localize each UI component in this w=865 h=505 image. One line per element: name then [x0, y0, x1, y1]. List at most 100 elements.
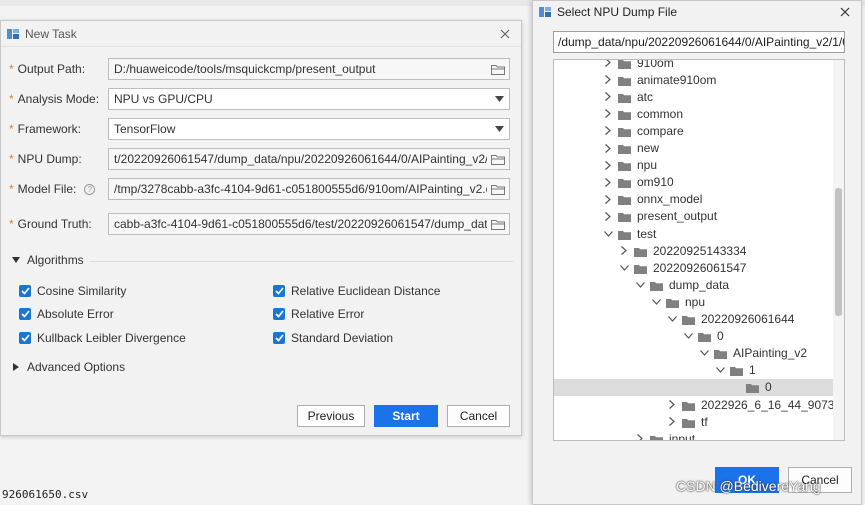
chevron-down-icon[interactable] — [698, 347, 710, 359]
checkbox-relative-euclidean-distance[interactable]: Relative Euclidean Distance — [273, 284, 440, 298]
chevron-down-icon[interactable] — [682, 330, 694, 342]
help-icon[interactable]: ? — [84, 183, 96, 195]
tree-node-label: input — [669, 431, 696, 441]
output-path-value: D:/huaweicode/tools/msquickcmp/present_o… — [114, 62, 376, 76]
checkbox-label: Absolute Error — [37, 307, 114, 321]
chevron-right-icon[interactable] — [634, 433, 646, 440]
checkbox-relative-error[interactable]: Relative Error — [273, 307, 364, 321]
tree-node[interactable]: npu — [602, 157, 657, 174]
folder-icon — [714, 348, 727, 360]
chevron-right-icon[interactable] — [602, 74, 614, 86]
tree-node[interactable]: new — [602, 140, 659, 157]
chevron-right-icon[interactable] — [602, 210, 614, 222]
ground-truth-value: cabb-a3fc-4104-9d61-c051800555d6/test/20… — [114, 217, 487, 231]
folder-open-icon[interactable] — [487, 179, 509, 199]
folder-icon — [746, 382, 759, 394]
algorithms-section-toggle[interactable]: Algorithms — [11, 253, 84, 267]
tree-scrollbar-thumb[interactable] — [835, 188, 842, 316]
background-filename: 926061650.csv — [2, 488, 89, 501]
chevron-down-icon[interactable] — [602, 228, 614, 240]
folder-open-icon[interactable] — [487, 214, 509, 234]
chevron-right-icon[interactable] — [602, 108, 614, 120]
ground-truth-field[interactable]: cabb-a3fc-4104-9d61-c051800555d6/test/20… — [108, 213, 510, 235]
tree-node[interactable]: test — [602, 225, 656, 242]
tree-node[interactable]: atc — [602, 88, 653, 105]
chevron-down-icon[interactable] — [650, 296, 662, 308]
new-task-titlebar: New Task — [1, 21, 521, 47]
chevron-right-icon[interactable] — [602, 142, 614, 154]
chevron-right-icon[interactable] — [666, 416, 678, 428]
tree-node[interactable]: 2022926_6_16_44_907380 — [666, 396, 844, 413]
folder-icon — [618, 60, 631, 69]
checkbox-cosine-similarity[interactable]: Cosine Similarity — [19, 284, 126, 298]
previous-button[interactable]: Previous — [297, 405, 365, 427]
chevron-right-icon[interactable] — [602, 125, 614, 137]
tree-node[interactable]: 0 — [554, 378, 833, 396]
tree-node[interactable]: present_output — [602, 208, 717, 225]
tree-node-label: common — [637, 106, 684, 121]
chevron-down-icon[interactable] — [634, 279, 646, 291]
folder-open-icon[interactable] — [487, 59, 509, 79]
chevron-right-icon[interactable] — [602, 91, 614, 103]
chevron-down-icon[interactable] — [489, 119, 509, 139]
checkbox-checked-icon — [19, 332, 31, 344]
checkbox-checked-icon — [273, 285, 285, 297]
checkbox-kullback-leibler-divergence[interactable]: Kullback Leibler Divergence — [19, 331, 186, 345]
output-path-label: Output Path: — [17, 62, 86, 76]
chevron-right-icon[interactable] — [602, 60, 614, 69]
folder-tree[interactable]: 910om animate910om atc common compare new npu o… — [553, 59, 845, 441]
chevron-right-icon[interactable] — [602, 176, 614, 188]
tree-node-label: 910om — [637, 59, 674, 70]
chevron-right-icon[interactable] — [618, 245, 630, 257]
framework-select[interactable]: TensorFlow — [108, 118, 510, 140]
checkbox-standard-deviation[interactable]: Standard Deviation — [273, 331, 393, 345]
cancel-button[interactable]: Cancel — [447, 405, 510, 427]
tree-node[interactable]: onnx_model — [602, 191, 702, 208]
tree-node[interactable]: 20220925143334 — [618, 242, 746, 259]
close-icon[interactable] — [837, 4, 853, 20]
folder-icon — [618, 92, 631, 103]
path-input[interactable]: /dump_data/npu/20220926061644/0/AIPainti… — [553, 31, 845, 53]
tree-node[interactable]: om910 — [602, 174, 674, 191]
tree-node-label: 0 — [717, 329, 724, 344]
tree-node[interactable]: 910om — [602, 59, 674, 71]
folder-icon — [682, 400, 695, 411]
tree-node[interactable]: common — [602, 105, 683, 122]
folder-icon — [618, 143, 631, 154]
tree-node[interactable]: npu — [650, 293, 705, 310]
tree-node[interactable]: animate910om — [602, 71, 716, 88]
tree-node[interactable]: input — [634, 430, 696, 441]
chevron-down-icon[interactable] — [618, 262, 630, 274]
chevron-down-icon[interactable] — [489, 89, 509, 109]
chevron-down-icon[interactable] — [666, 313, 678, 325]
chevron-right-icon[interactable] — [602, 159, 614, 171]
advanced-options-toggle[interactable]: Advanced Options — [11, 360, 125, 374]
tree-node-label: test — [637, 226, 657, 241]
chevron-right-icon[interactable] — [602, 193, 614, 205]
npu-dump-field[interactable]: t/20220926061547/dump_data/npu/202209260… — [108, 148, 510, 170]
output-path-row: * Output Path: D:/huaweicode/tools/msquic… — [9, 57, 515, 81]
required-marker: * — [9, 92, 14, 106]
tree-node[interactable]: AIPainting_v2 — [698, 345, 807, 362]
chevron-down-icon[interactable] — [714, 364, 726, 376]
tree-node[interactable]: 1 — [714, 362, 756, 379]
required-marker: * — [9, 152, 14, 166]
tree-node-label: npu — [685, 294, 706, 309]
analysis-mode-select[interactable]: NPU vs GPU/CPU — [108, 88, 510, 110]
tree-node-label: atc — [637, 89, 654, 104]
folder-icon — [618, 109, 631, 120]
tree-node[interactable]: 20220926061547 — [618, 259, 746, 276]
tree-node[interactable]: dump_data — [634, 276, 729, 293]
close-icon[interactable] — [497, 26, 513, 42]
tree-node[interactable]: compare — [602, 122, 684, 139]
model-file-field[interactable]: /tmp/3278cabb-a3fc-4104-9d61-c051800555d… — [108, 178, 510, 200]
folder-icon — [666, 297, 679, 308]
tree-node[interactable]: tf — [666, 413, 708, 430]
output-path-field[interactable]: D:/huaweicode/tools/msquickcmp/present_o… — [108, 58, 510, 80]
tree-node[interactable]: 20220926061644 — [666, 311, 794, 328]
folder-open-icon[interactable] — [487, 149, 509, 169]
tree-node[interactable]: 0 — [682, 328, 724, 345]
chevron-right-icon[interactable] — [666, 399, 678, 411]
start-button[interactable]: Start — [374, 405, 438, 427]
checkbox-absolute-error[interactable]: Absolute Error — [19, 307, 114, 321]
